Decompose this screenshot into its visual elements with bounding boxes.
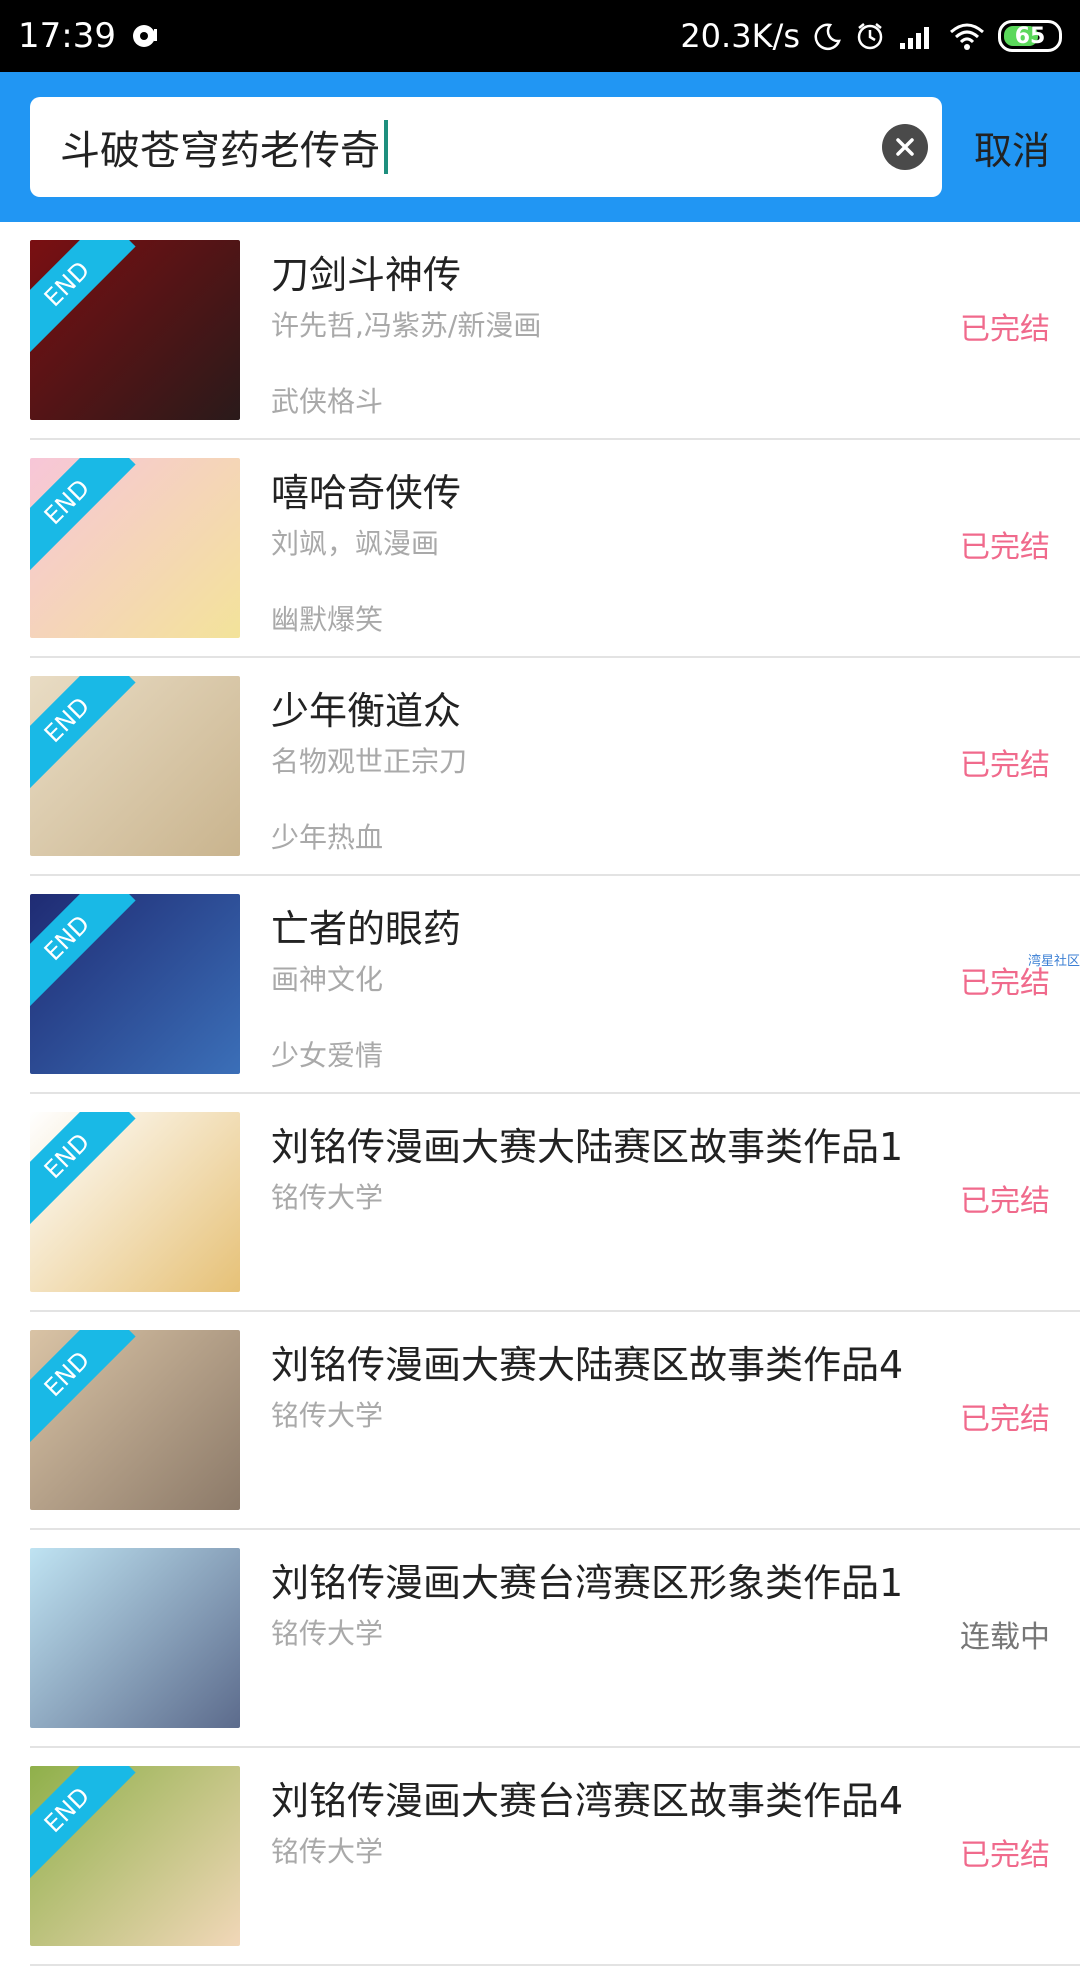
watermark-text: 湾星社区 — [1027, 954, 1080, 969]
list-item-content: 刘铭传漫画大赛台湾赛区形象类作品1 铭传大学 连载中 — [0, 1530, 1080, 1748]
battery-level: 65 — [1014, 23, 1046, 49]
list-item-content: END 刀剑斗神传许先哲,冯紫苏/新漫画 武侠格斗 已完结 — [0, 222, 1080, 440]
list-item[interactable]: END 嘻哈奇侠传刘飒，飒漫画 幽默爆笑 已完结 — [30, 440, 1080, 658]
comic-title: 刘铭传漫画大赛大陆赛区故事类作品4 — [271, 1343, 904, 1387]
comic-author: 名物观世正宗刀 — [271, 745, 468, 778]
comic-cover-image[interactable]: END — [30, 676, 240, 856]
search-results-list: END 刀剑斗神传 许先哲,冯紫苏/新漫画 武侠格斗 已完结 END 嘻哈奇侠传 刘飒，飒漫画… — [0, 222, 1080, 1966]
comic-author: 铭传大学 — [271, 1617, 384, 1650]
comic-cover-image[interactable]: END — [30, 1330, 240, 1510]
comic-author: 许先哲,冯紫苏/新漫画 — [271, 309, 542, 342]
list-item[interactable]: END 刘铭传漫画大赛大陆赛区故事类作品4 铭传大学 已完结 — [30, 1312, 1080, 1530]
list-item-content: END 刘铭传漫画大赛大陆赛区故事类作品4 铭传大学 已完结 — [0, 1312, 1080, 1530]
list-item-content: END 嘻哈奇侠传刘飒，飒漫画 幽默爆笑 已完结 — [0, 440, 1080, 658]
moon-icon — [812, 21, 842, 51]
notification-icon — [130, 21, 160, 51]
list-item[interactable]: 刘铭传漫画大赛台湾赛区形象类作品1 铭传大学 连载中 — [30, 1530, 1080, 1748]
comic-genre: 少年热血 — [271, 821, 384, 854]
search-query[interactable]: 斗破苍穹药老传奇 — [60, 118, 380, 176]
comic-author: 画神文化 — [271, 963, 384, 996]
comic-author: 铭传大学 — [271, 1181, 384, 1214]
comic-cover-image[interactable]: END — [30, 1112, 240, 1292]
comic-genre: 少女爱情 — [271, 1039, 384, 1072]
comic-status-badge: 已完结 — [960, 1184, 1050, 1219]
list-item-content: END 刘铭传漫画大赛台湾赛区故事类作品4 铭传大学 已完结 — [0, 1748, 1080, 1966]
cancel-button[interactable]: 取消 — [974, 120, 1050, 175]
close-icon — [896, 138, 914, 156]
list-item[interactable]: END 刀剑斗神传许先哲,冯紫苏/新漫画 武侠格斗 已完结 — [30, 222, 1080, 440]
list-item-content: END 刘铭传漫画大赛大陆赛区故事类作品1 铭传大学 已完结 — [0, 1094, 1080, 1312]
comic-status-badge: 已完结 — [960, 530, 1050, 565]
comic-genre: 武侠格斗 — [271, 385, 384, 418]
comic-cover-image[interactable]: END — [30, 458, 240, 638]
list-item[interactable]: END 刘铭传漫画大赛大陆赛区故事类作品1 铭传大学 已完结 — [30, 1094, 1080, 1312]
comic-author: 铭传大学 — [271, 1835, 384, 1868]
comic-status-badge: 已完结 — [960, 312, 1050, 347]
alarm-icon — [854, 20, 886, 52]
list-item-content: END 亡者的眼药 画神文化 少女爱情 已完结 — [0, 876, 1080, 1094]
signal-icon — [898, 21, 936, 51]
comic-cover-image[interactable]: END — [30, 1766, 240, 1946]
comic-cover-image[interactable] — [30, 1548, 240, 1728]
status-bar: 17:39 20.3K/s 65 — [0, 0, 1080, 72]
network-speed: 20.3K/s — [680, 17, 800, 55]
comic-status-badge: 已完结 — [960, 748, 1050, 783]
comic-author: 铭传大学 — [271, 1399, 384, 1432]
search-input[interactable]: 斗破苍穹药老传奇 — [30, 97, 942, 197]
comic-title: 少年衡道众 — [271, 689, 462, 733]
comic-title: 嘻哈奇侠传 — [271, 471, 462, 515]
list-item[interactable]: END 少年衡道众名物观世正宗刀 少年热血 已完结 — [30, 658, 1080, 876]
comic-title: 刘铭传漫画大赛大陆赛区故事类作品1 — [271, 1125, 904, 1169]
text-cursor — [384, 120, 388, 174]
comic-cover-image[interactable]: END — [30, 894, 240, 1074]
clear-search-button[interactable] — [882, 124, 928, 170]
list-item[interactable]: END 刘铭传漫画大赛台湾赛区故事类作品4 铭传大学 已完结 — [30, 1748, 1080, 1966]
comic-status-badge: 已完结 — [960, 1838, 1050, 1873]
comic-author: 刘飒，飒漫画 — [271, 527, 440, 560]
wifi-icon — [948, 21, 986, 51]
list-item[interactable]: END 亡者的眼药 画神文化 少女爱情 已完结 — [30, 876, 1080, 1094]
comic-status-badge: 连载中 — [960, 1620, 1050, 1655]
cover-art — [30, 1548, 240, 1728]
comic-title: 刀剑斗神传 — [271, 253, 462, 297]
comic-status-badge: 已完结 — [960, 1402, 1050, 1437]
list-item-content: END 少年衡道众名物观世正宗刀 少年热血 已完结 — [0, 658, 1080, 876]
comic-cover-image[interactable]: END — [30, 240, 240, 420]
status-time: 17:39 — [18, 16, 116, 56]
comic-title: 刘铭传漫画大赛台湾赛区故事类作品4 — [271, 1779, 904, 1823]
comic-title: 亡者的眼药 — [271, 907, 462, 951]
comic-genre: 幽默爆笑 — [271, 603, 384, 636]
comic-title: 刘铭传漫画大赛台湾赛区形象类作品1 — [271, 1561, 904, 1605]
search-header: 斗破苍穹药老传奇 取消 — [0, 72, 1080, 222]
battery-icon: 65 — [998, 20, 1062, 52]
